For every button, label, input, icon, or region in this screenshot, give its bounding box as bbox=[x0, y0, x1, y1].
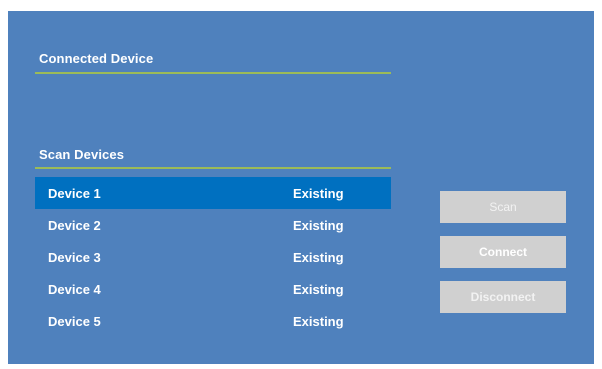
disconnect-button[interactable]: Disconnect bbox=[440, 281, 566, 313]
device-status: Existing bbox=[293, 218, 344, 233]
device-name: Device 3 bbox=[48, 250, 101, 265]
connected-device-heading: Connected Device bbox=[39, 51, 154, 66]
device-row-3[interactable]: Device 3 Existing bbox=[35, 241, 391, 273]
device-name: Device 1 bbox=[48, 186, 101, 201]
device-name: Device 4 bbox=[48, 282, 101, 297]
scan-devices-divider bbox=[35, 167, 391, 169]
device-status: Existing bbox=[293, 186, 344, 201]
device-status: Existing bbox=[293, 282, 344, 297]
device-row-4[interactable]: Device 4 Existing bbox=[35, 273, 391, 305]
device-status: Existing bbox=[293, 314, 344, 329]
device-status: Existing bbox=[293, 250, 344, 265]
device-row-1[interactable]: Device 1 Existing bbox=[35, 177, 391, 209]
device-panel: Connected Device Scan Devices Device 1 E… bbox=[8, 11, 594, 364]
scan-button[interactable]: Scan bbox=[440, 191, 566, 223]
device-name: Device 2 bbox=[48, 218, 101, 233]
device-row-2[interactable]: Device 2 Existing bbox=[35, 209, 391, 241]
connected-device-divider bbox=[35, 72, 391, 74]
device-row-5[interactable]: Device 5 Existing bbox=[35, 305, 391, 337]
device-list: Device 1 Existing Device 2 Existing Devi… bbox=[35, 177, 391, 337]
scan-devices-heading: Scan Devices bbox=[39, 147, 125, 162]
connect-button[interactable]: Connect bbox=[440, 236, 566, 268]
device-name: Device 5 bbox=[48, 314, 101, 329]
